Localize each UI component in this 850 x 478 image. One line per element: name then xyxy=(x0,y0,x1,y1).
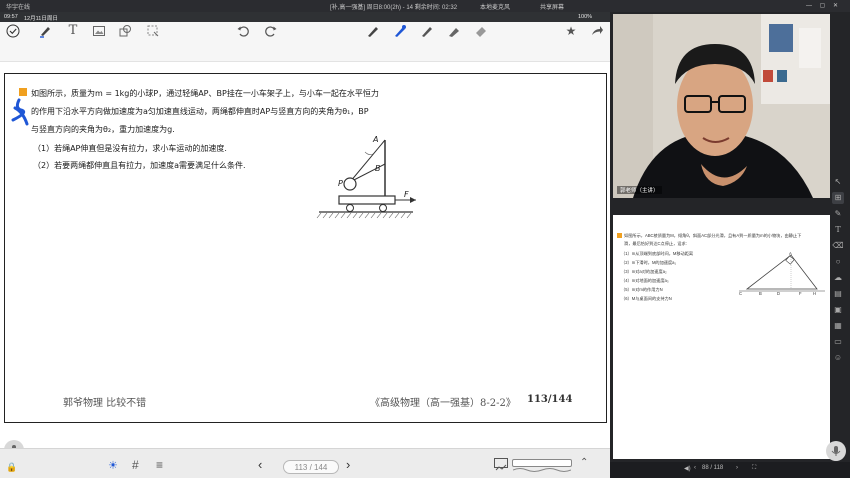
status-date: 12月11日周日 xyxy=(24,16,58,22)
text-side-icon[interactable]: T xyxy=(832,224,844,236)
clear-side-icon[interactable]: ▤ xyxy=(832,288,844,300)
thumb-item-1: （1）m从顶端到底部时间，M移动距离 xyxy=(621,251,694,256)
star-icon[interactable]: ★ xyxy=(564,24,578,38)
label-b: B xyxy=(375,164,381,173)
window-controls[interactable]: — ▢ ✕ xyxy=(806,2,841,9)
label-p: P xyxy=(338,179,343,188)
highlighter-icon[interactable] xyxy=(447,24,461,38)
sub-question-2: （2）若要两绳都伸直且有拉力，加速度a需要满足什么条件. xyxy=(33,161,246,170)
users-side-icon[interactable]: ☺ xyxy=(832,352,844,364)
done-check-icon[interactable] xyxy=(6,24,20,38)
share-screen-button[interactable]: 共享屏幕 xyxy=(540,2,564,11)
brightness-icon[interactable]: ☀ xyxy=(108,459,118,472)
cloud-side-icon[interactable]: ☁ xyxy=(832,272,844,284)
pen-icon[interactable] xyxy=(366,24,380,38)
next-slide-icon[interactable]: › xyxy=(736,465,738,471)
cart-pendulum-figure xyxy=(316,139,416,219)
question-line-3: 与竖直方向的夹角为θ₂，重力加速度为g. xyxy=(31,125,175,134)
local-mic-button[interactable]: 本地麦克风 xyxy=(480,2,510,11)
slide-counter: 88 / 118 xyxy=(702,465,724,471)
slide-thumbnail[interactable]: 如图所示，ABC棱质量为M，倾角θ，斜面AC部分光滑，且有A到一质量为m的小物块… xyxy=(613,215,830,459)
page-footer-left: 郭爷物理 比较不错 xyxy=(63,398,147,409)
right-bottom-bar: ◀) ‹ 88 / 118 › ⛶ xyxy=(610,462,850,478)
image-side-icon[interactable]: ▦ xyxy=(832,320,844,332)
sub-question-1: （1）若绳AP伸直但是没有拉力，求小车运动的加速度. xyxy=(33,144,227,153)
page-footer-number: 113/144 xyxy=(527,394,573,405)
thumb-line-2: 滑，最后恰好到达C点停止，设求: xyxy=(624,241,687,246)
pen-side-icon[interactable]: ✎ xyxy=(832,208,844,220)
thumb-label-d: D xyxy=(777,291,781,296)
mic-right-button[interactable] xyxy=(826,441,846,461)
annotation-toolbar: T ★ xyxy=(0,22,610,62)
zoom-slider[interactable] xyxy=(512,459,572,472)
eraser-icon[interactable] xyxy=(474,24,488,38)
share-icon[interactable] xyxy=(590,24,604,38)
ipad-status-bar: 09:57 12月11日周日 100% xyxy=(0,12,610,22)
document-page: 如图所示，质量为m = 1kg的小球P，通过轻绳AP、BP挂在一小车架子上，与小… xyxy=(4,73,607,423)
collapse-up-icon[interactable]: ⌃ xyxy=(580,457,588,468)
grid-icon[interactable]: # xyxy=(132,458,139,472)
eraser-side-icon[interactable]: ⌫ xyxy=(832,240,844,252)
prev-slide-icon[interactable]: ‹ xyxy=(694,465,696,471)
label-a: A xyxy=(373,135,379,144)
app-name: 华宇在线 xyxy=(6,5,31,11)
pen-tool-icon[interactable] xyxy=(38,24,52,38)
question-line-2: 的作用下沿水平方向做加速度为a匀加速直线运动，两绳都伸直时AP与竖直方向的夹角为… xyxy=(31,107,369,116)
next-page-icon[interactable]: › xyxy=(346,457,350,472)
thumb-marker-icon xyxy=(617,233,622,238)
image-tool-icon[interactable] xyxy=(92,24,106,38)
redo-icon[interactable] xyxy=(264,24,278,38)
list-icon[interactable]: ≡ xyxy=(156,458,163,472)
shapes-tool-icon[interactable] xyxy=(118,24,132,38)
chart-view-icon[interactable] xyxy=(494,458,508,471)
pencil-icon[interactable] xyxy=(420,24,434,38)
text-tool-icon[interactable]: T xyxy=(66,24,80,38)
lock-icon[interactable]: 🔒 xyxy=(6,462,17,473)
question-line-1: 如图所示，质量为m = 1kg的小球P，通过轻绳AP、BP挂在一小车架子上，与小… xyxy=(31,89,379,98)
fullscreen-icon[interactable]: ⛶ xyxy=(752,465,756,472)
lasso-tool-icon[interactable] xyxy=(146,24,160,38)
handwritten-star-annotation xyxy=(11,98,29,126)
status-time: 09:57 xyxy=(4,14,18,20)
speaker-icon[interactable]: ◀) xyxy=(684,465,691,472)
thumb-line-1: 如图所示，ABC棱质量为M，倾角θ，斜面AC部分光滑，且有A到一质量为m的小物块… xyxy=(624,233,802,238)
save-side-icon[interactable]: ▣ xyxy=(832,304,844,316)
pen-selected-icon[interactable] xyxy=(393,24,407,38)
battery-level: 100% xyxy=(578,14,593,20)
thumb-label-h: H xyxy=(813,291,817,296)
chat-side-icon[interactable]: ▭ xyxy=(832,336,844,348)
thumb-label-b: B xyxy=(759,291,762,296)
prev-page-icon[interactable]: ‹ xyxy=(258,457,262,472)
select-icon[interactable]: ⊞ xyxy=(832,192,844,204)
thumb-item-6: （6）M与桌面间的支持力N xyxy=(621,296,672,301)
thumb-item-5: （5）m对m的作用力N xyxy=(621,287,663,292)
undo-icon[interactable] xyxy=(236,24,250,38)
teacher-video: 郭老师（主讲） xyxy=(613,14,830,198)
thumb-item-4: （4）m对地面的加速度a₃ xyxy=(621,278,669,283)
shape-side-icon[interactable]: ○ xyxy=(832,256,844,268)
thumb-item-3: （3）m对a对的加速度a₂ xyxy=(621,269,667,274)
page-footer-title: 《高级物理（高一强基）8-2-2》 xyxy=(370,398,516,409)
teacher-name-tag: 郭老师（主讲） xyxy=(617,186,662,194)
question-marker-icon xyxy=(19,88,27,96)
thumb-label-a: A xyxy=(789,251,792,256)
thumb-item-2: （2）m下滑时，M的加速度a₁ xyxy=(621,260,676,265)
page-indicator[interactable]: 113 / 144 xyxy=(283,460,339,474)
window-titlebar: 华宇在线 [补,高一强基] 周日8:00(2h) - 14 剩余时间: 02:3… xyxy=(0,0,850,12)
thumb-label-c: C xyxy=(739,291,743,296)
class-title: [补,高一强基] 周日8:00(2h) - 14 剩余时间: 02:32 xyxy=(330,5,458,11)
label-f: F xyxy=(404,190,409,199)
cursor-icon[interactable]: ↖ xyxy=(832,176,844,188)
thumb-label-f: F xyxy=(799,291,802,296)
